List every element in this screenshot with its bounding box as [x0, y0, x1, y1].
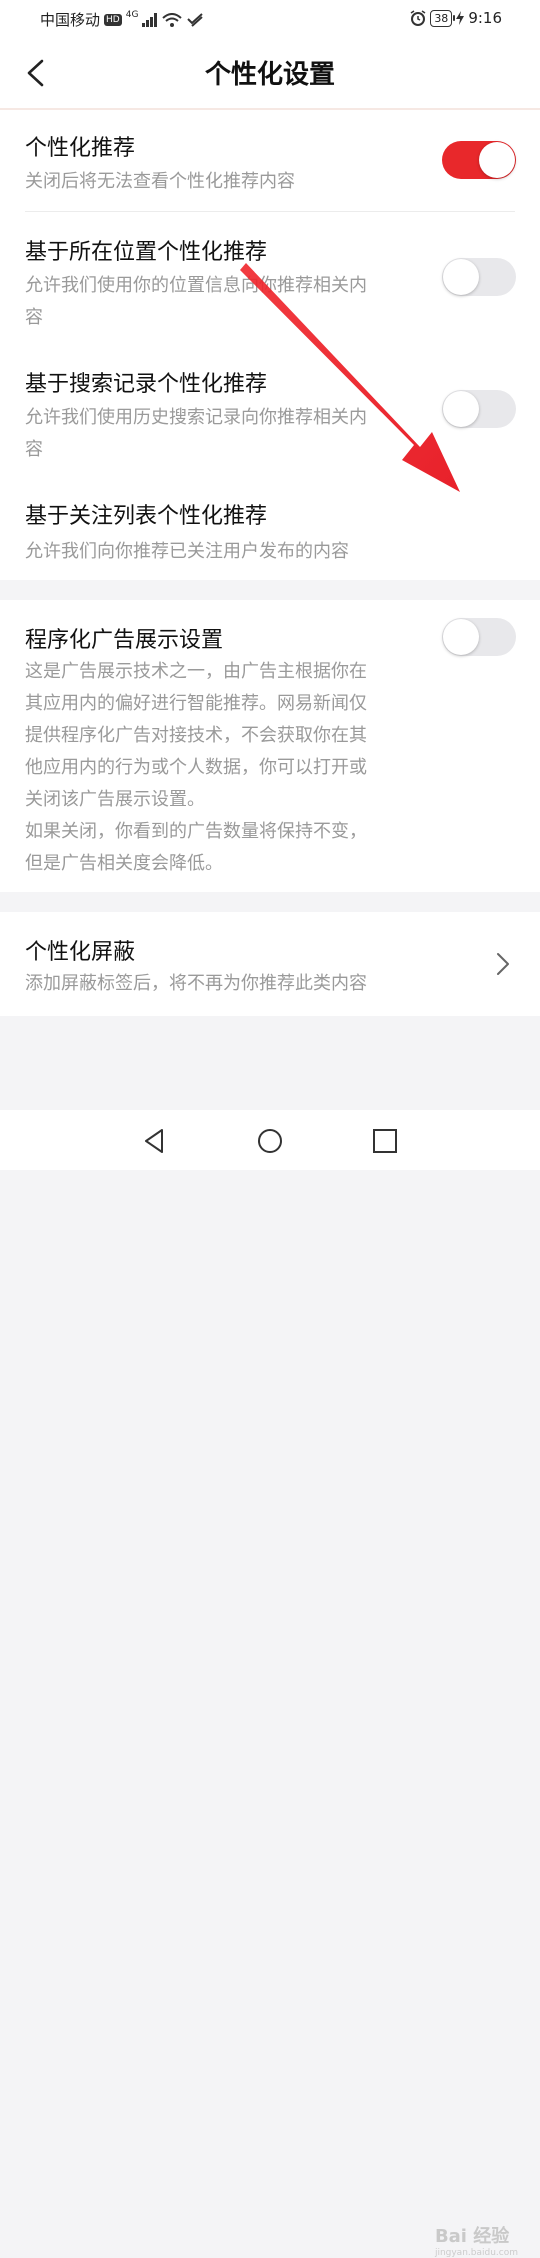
nav-back-icon[interactable] — [142, 1128, 168, 1154]
toggle-location-recommend[interactable] — [442, 258, 516, 296]
setting-title: 基于所在位置个性化推荐 — [25, 240, 268, 265]
setting-row-location: 基于所在位置个性化推荐 允许我们使用你的位置信息向你推荐相关内 容 — [0, 212, 540, 344]
desc-line: 其应用内的偏好进行智能推荐。网易新闻仅 — [25, 693, 367, 714]
setting-title: 基于关注列表个性化推荐 — [25, 504, 268, 529]
desc-line: 允许我们使用历史搜索记录向你推荐相关内 — [25, 407, 367, 428]
desc-line: 允许我们使用你的位置信息向你推荐相关内 — [25, 275, 367, 296]
hd-badge: HD — [104, 13, 122, 26]
watermark: Bai 经验 jingyan.baidu.com — [435, 2222, 518, 2258]
watermark-sub: jingyan.baidu.com — [434, 2248, 518, 2258]
desc-line: 他应用内的行为或个人数据，你可以打开或 — [25, 757, 367, 778]
ad-setting-desc: 这是广告展示技术之一，由广告主根据你在 其应用内的偏好进行智能推荐。网易新闻仅 … — [25, 656, 525, 816]
setting-row-search-history: 基于搜索记录个性化推荐 允许我们使用历史搜索记录向你推荐相关内 容 — [0, 344, 540, 476]
note-line: 但是广告相关度会降低。 — [25, 853, 223, 874]
setting-title: 基于搜索记录个性化推荐 — [25, 372, 268, 397]
setting-desc: 允许我们向你推荐已关注用户发布的内容 — [25, 541, 349, 562]
chevron-right-icon — [497, 953, 509, 975]
desc-line: 关闭该广告展示设置。 — [25, 789, 205, 810]
status-bar: 中国移动 HD 4G 38 9:16 — [0, 0, 540, 36]
status-right: 38 9:16 — [410, 9, 502, 27]
setting-title: 个性化推荐 — [25, 136, 136, 161]
setting-row-personalized: 个性化推荐 关闭后将无法查看个性化推荐内容 — [0, 110, 540, 212]
personalized-block-card[interactable]: 个性化屏蔽 添加屏蔽标签后，将不再为你推荐此类内容 — [0, 912, 540, 1016]
block-setting-desc: 添加屏蔽标签后，将不再为你推荐此类内容 — [25, 973, 367, 994]
recommendation-settings-card: 个性化推荐 关闭后将无法查看个性化推荐内容 基于所在位置个性化推荐 允许我们使用… — [0, 110, 540, 659]
desc-line: 提供程序化广告对接技术，不会获取你在其 — [25, 725, 367, 746]
setting-desc: 关闭后将无法查看个性化推荐内容 — [25, 171, 295, 192]
status-left: 中国移动 HD 4G — [40, 9, 204, 30]
toggle-knob — [443, 391, 479, 427]
nav-header: 个性化设置 — [0, 36, 540, 110]
signal-icon — [142, 12, 158, 27]
heart-link-icon — [187, 12, 204, 27]
toggle-knob — [443, 259, 479, 295]
nav-home-icon[interactable] — [257, 1128, 283, 1154]
toggle-search-history-recommend[interactable] — [442, 390, 516, 428]
system-navigation-bar: Bai 经验 jingyan.baidu.com — [0, 1110, 540, 2258]
network-type: 4G — [125, 9, 139, 20]
desc-line: 容 — [25, 307, 43, 328]
ad-setting-title: 程序化广告展示设置 — [25, 628, 224, 653]
alarm-icon — [410, 10, 426, 26]
toggle-programmatic-ad[interactable] — [442, 618, 516, 656]
programmatic-ad-card: 程序化广告展示设置 这是广告展示技术之一，由广告主根据你在 其应用内的偏好进行智… — [0, 600, 540, 892]
note-line: 如果关闭，你看到的广告数量将保持不变， — [25, 821, 367, 842]
toggle-knob — [443, 619, 479, 655]
setting-desc: 允许我们使用你的位置信息向你推荐相关内 容 — [25, 270, 367, 334]
clock: 9:16 — [468, 9, 502, 27]
setting-row-following: 基于关注列表个性化推荐 允许我们向你推荐已关注用户发布的内容 — [0, 476, 540, 659]
nav-recents-icon[interactable] — [372, 1128, 398, 1154]
desc-line: 容 — [25, 439, 43, 460]
block-setting-title: 个性化屏蔽 — [25, 940, 136, 965]
ad-setting-note: 如果关闭，你看到的广告数量将保持不变， 但是广告相关度会降低。 — [25, 816, 525, 880]
desc-line: 这是广告展示技术之一，由广告主根据你在 — [25, 661, 367, 682]
charging-icon — [456, 11, 465, 25]
toggle-personalized-recommend[interactable] — [442, 141, 516, 179]
wifi-icon — [162, 12, 183, 27]
page-title: 个性化设置 — [204, 60, 335, 90]
carrier-label: 中国移动 — [40, 11, 101, 29]
setting-desc: 允许我们使用历史搜索记录向你推荐相关内 容 — [25, 402, 367, 466]
battery-indicator: 38 — [430, 9, 456, 27]
watermark-text: Bai 经验 — [434, 2226, 510, 2247]
toggle-knob — [479, 142, 515, 178]
